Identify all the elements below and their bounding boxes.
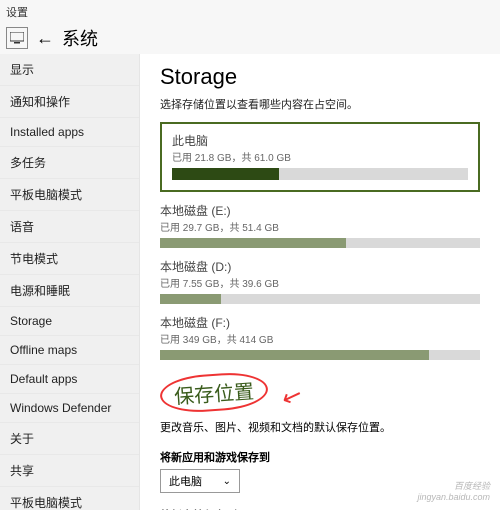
sidebar-item[interactable]: Windows Defender	[0, 394, 139, 423]
disk-name: 本地磁盘 (E:)	[160, 202, 480, 219]
sidebar-item[interactable]: 平板电脑模式	[0, 487, 139, 510]
disk-name: 此电脑	[172, 132, 468, 149]
disk-list: 此电脑已用 21.8 GB，共 61.0 GB 本地磁盘 (E:)已用 29.7 …	[160, 122, 480, 360]
disk-usage-bar-fill	[160, 294, 221, 304]
disk-entry[interactable]: 本地磁盘 (D:)已用 7.55 GB，共 39.6 GB	[160, 258, 480, 304]
disk-entry[interactable]: 本地磁盘 (E:)已用 29.7 GB，共 51.4 GB	[160, 202, 480, 248]
sidebar-item[interactable]: 通知和操作	[0, 86, 139, 118]
save-location-label: 将新应用和游戏保存到	[160, 449, 480, 465]
storage-heading: Storage	[160, 64, 480, 90]
disk-usage-text: 已用 21.8 GB，共 61.0 GB	[172, 149, 468, 164]
sidebar-item[interactable]: 语音	[0, 211, 139, 243]
dropdown-value: 此电脑	[169, 473, 202, 489]
save-location-desc: 更改音乐、图片、视频和文档的默认保存位置。	[160, 419, 480, 435]
sidebar-item[interactable]: 平板电脑模式	[0, 179, 139, 211]
device-icon	[6, 27, 28, 49]
disk-usage-bar	[160, 294, 480, 304]
disk-usage-bar-fill	[160, 350, 429, 360]
save-location-heading-wrap: 保存位置 ↙	[160, 374, 480, 411]
save-location-heading: 保存位置	[173, 375, 255, 410]
app-title: 设置	[0, 0, 500, 22]
annotation-arrow: ↙	[278, 380, 307, 414]
sidebar-item[interactable]: 多任务	[0, 147, 139, 179]
annotation-ring: 保存位置	[159, 370, 269, 414]
disk-entry[interactable]: 本地磁盘 (F:)已用 349 GB，共 414 GB	[160, 314, 480, 360]
page-title: 系统	[62, 25, 98, 51]
header: ← 系统	[0, 22, 500, 54]
sidebar-item[interactable]: Offline maps	[0, 336, 139, 365]
sidebar-item[interactable]: 电源和睡眠	[0, 275, 139, 307]
disk-usage-bar	[160, 350, 480, 360]
disk-name: 本地磁盘 (D:)	[160, 258, 480, 275]
disk-usage-bar-fill	[160, 238, 346, 248]
sidebar-item[interactable]: 共享	[0, 455, 139, 487]
sidebar-item[interactable]: Default apps	[0, 365, 139, 394]
disk-usage-text: 已用 29.7 GB，共 51.4 GB	[160, 219, 480, 234]
settings-window: 设置 ← 系统 显示通知和操作Installed apps多任务平板电脑模式语音…	[0, 0, 500, 510]
storage-subtitle: 选择存储位置以查看哪些内容在占空间。	[160, 96, 480, 112]
disk-name: 本地磁盘 (F:)	[160, 314, 480, 331]
disk-entry[interactable]: 此电脑已用 21.8 GB，共 61.0 GB	[160, 122, 480, 192]
content-area: Storage 选择存储位置以查看哪些内容在占空间。 此电脑已用 21.8 GB…	[140, 54, 500, 510]
disk-usage-text: 已用 349 GB，共 414 GB	[160, 331, 480, 346]
disk-usage-bar	[172, 168, 468, 180]
watermark: 百度经验 jingyan.baidu.com	[417, 479, 490, 502]
disk-usage-bar-fill	[172, 168, 279, 180]
chevron-down-icon: ⌄	[223, 476, 231, 487]
sidebar-item[interactable]: Storage	[0, 307, 139, 336]
disk-usage-text: 已用 7.55 GB，共 39.6 GB	[160, 275, 480, 290]
disk-usage-bar	[160, 238, 480, 248]
sidebar-item[interactable]: 节电模式	[0, 243, 139, 275]
back-button[interactable]: ←	[36, 29, 54, 47]
sidebar-item[interactable]: 显示	[0, 54, 139, 86]
sidebar: 显示通知和操作Installed apps多任务平板电脑模式语音节电模式电源和睡…	[0, 54, 140, 510]
sidebar-item[interactable]: Installed apps	[0, 118, 139, 147]
sidebar-item[interactable]: 关于	[0, 423, 139, 455]
save-location-dropdown[interactable]: 此电脑 ⌄	[160, 469, 240, 493]
